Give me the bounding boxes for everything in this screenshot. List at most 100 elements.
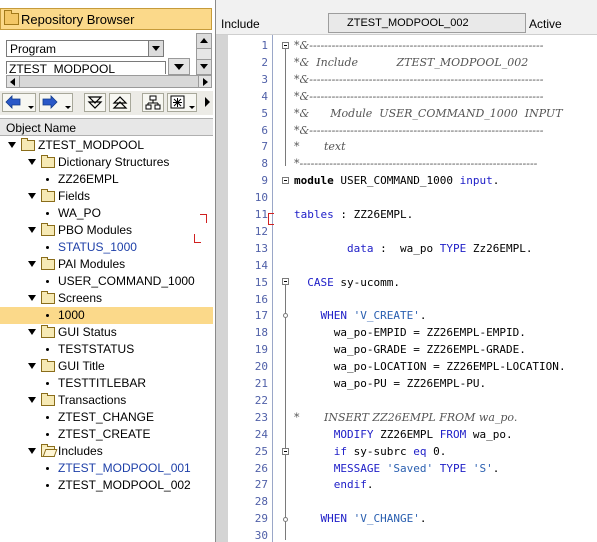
code-line[interactable]: wa_po-LOCATION = ZZ26EMPL-LOCATION.	[294, 360, 566, 373]
expand-toggle-icon[interactable]	[28, 193, 36, 199]
code-line[interactable]: MESSAGE 'Saved' TYPE 'S'.	[294, 462, 500, 475]
tree-folder-item[interactable]: GUI Status	[0, 324, 213, 341]
code-line[interactable]: *&--------------------------------------…	[294, 124, 543, 137]
code-line[interactable]: *& Include ZTEST_MODPOOL_002	[294, 56, 528, 69]
line-number: 8	[261, 157, 268, 171]
display-object-list-button[interactable]	[167, 93, 197, 112]
tree-leaf-item[interactable]: 1000	[0, 307, 213, 324]
tree-leaf-item[interactable]: TESTTITLEBAR	[0, 375, 213, 392]
tree-item-label: Dictionary Structures	[58, 155, 170, 169]
code-line[interactable]: WHEN 'V_CHANGE'.	[294, 512, 427, 525]
navigator-vertical-scrollbar[interactable]	[196, 33, 212, 75]
bullet-icon	[46, 467, 49, 470]
tree-folder-item[interactable]: Screens	[0, 290, 213, 307]
code-line[interactable]: wa_po-EMPID = ZZ26EMPL-EMPID.	[294, 326, 526, 339]
object-name-input[interactable]: ZTEST_MODPOOL	[6, 61, 166, 74]
fold-toggle-icon[interactable]	[282, 177, 289, 184]
object-name-column-header[interactable]: Object Name	[0, 118, 213, 136]
fold-toggle-icon[interactable]	[282, 278, 289, 285]
tree-item-label: ZTEST_CHANGE	[58, 410, 155, 424]
tree-item-label: ZTEST_CREATE	[58, 427, 151, 441]
code-line[interactable]: CASE sy-ucomm.	[294, 276, 400, 289]
code-line[interactable]: *& Module USER_COMMAND_1000 INPUT	[294, 107, 563, 120]
tree-folder-item[interactable]: GUI Title	[0, 358, 213, 375]
expand-toggle-icon[interactable]	[28, 227, 36, 233]
tree-leaf-item[interactable]: USER_COMMAND_1000	[0, 273, 213, 290]
chevron-down-icon[interactable]	[148, 41, 163, 56]
fold-toggle-icon[interactable]	[282, 448, 289, 455]
line-number: 21	[254, 377, 268, 390]
code-line[interactable]: *---------------------------------------…	[294, 157, 537, 170]
expand-toggle-icon[interactable]	[28, 363, 36, 369]
navigator-pane: Repository Browser Program ZTEST_MODPOOL	[0, 0, 216, 542]
fold-branch-icon	[283, 313, 288, 318]
include-name-field[interactable]: ZTEST_MODPOOL_002	[328, 13, 526, 33]
object-type-dropdown[interactable]: Program	[6, 40, 164, 57]
tree-item-label: ZTEST_MODPOOL_002	[58, 478, 191, 492]
tree-item-label: TESTSTATUS	[58, 342, 135, 356]
code-line[interactable]: wa_po-PU = ZZ26EMPL-PU.	[294, 377, 486, 390]
line-number: 15	[254, 275, 268, 289]
tree-folder-item[interactable]: Includes	[0, 443, 213, 460]
code-line[interactable]: endif.	[294, 478, 374, 491]
code-line[interactable]: *&--------------------------------------…	[294, 90, 543, 103]
tree-item-label: ZTEST_MODPOOL_001	[58, 461, 191, 475]
code-line[interactable]: wa_po-GRADE = ZZ26EMPL-GRADE.	[294, 343, 526, 356]
expand-toggle-icon[interactable]	[28, 261, 36, 267]
expand-icon	[87, 96, 103, 109]
scroll-up-icon[interactable]	[197, 34, 211, 49]
expand-toggle-icon[interactable]	[28, 159, 36, 165]
toolbar-more-icon[interactable]	[205, 97, 210, 107]
object-name-dropdown-button[interactable]	[168, 58, 190, 75]
tree-leaf-item[interactable]: TESTSTATUS	[0, 341, 213, 358]
code-line[interactable]: *&--------------------------------------…	[294, 73, 543, 86]
expand-toggle-icon[interactable]	[28, 397, 36, 403]
hierarchy-button[interactable]	[142, 93, 164, 112]
scroll-right-icon[interactable]	[198, 76, 211, 87]
repository-browser-header[interactable]: Repository Browser	[0, 8, 212, 30]
tree-folder-item[interactable]: Dictionary Structures	[0, 154, 213, 171]
tree-leaf-item[interactable]: ZTEST_CHANGE	[0, 409, 213, 426]
tree-item-label: STATUS_1000	[58, 240, 137, 254]
forward-button[interactable]	[39, 93, 73, 112]
code-line[interactable]: if sy-subrc eq 0.	[294, 445, 447, 458]
change-marker	[194, 234, 201, 243]
tree-item-label: PAI Modules	[58, 257, 126, 271]
folder-icon	[41, 223, 55, 236]
tree-folder-item[interactable]: Transactions	[0, 392, 213, 409]
tree-leaf-item[interactable]: ZTEST_MODPOOL_002	[0, 477, 213, 494]
navigator-horizontal-scrollbar[interactable]	[6, 75, 212, 88]
fold-toggle-icon[interactable]	[282, 42, 289, 49]
back-button[interactable]	[2, 93, 36, 112]
tree-leaf-item[interactable]: ZZ26EMPL	[0, 171, 213, 188]
code-line[interactable]: WHEN 'V_CREATE'.	[294, 309, 427, 322]
collapse-subtree-button[interactable]	[109, 93, 131, 112]
tree-folder-item[interactable]: PAI Modules	[0, 256, 213, 273]
folder-icon	[41, 189, 55, 202]
tree-leaf-item[interactable]: ZTEST_CREATE	[0, 426, 213, 443]
code-line[interactable]: * INSERT ZZ26EMPL FROM wa_po.	[294, 411, 517, 424]
expand-toggle-icon[interactable]	[28, 295, 36, 301]
line-number: 20	[254, 360, 268, 374]
tree-folder-item[interactable]: PBO Modules	[0, 222, 213, 239]
expand-toggle-icon[interactable]	[28, 329, 36, 335]
bullet-icon	[46, 484, 49, 487]
expand-toggle-icon[interactable]	[28, 448, 36, 454]
tree-leaf-item[interactable]: ZTEST_MODPOOL_001	[0, 460, 213, 477]
scroll-down-icon[interactable]	[197, 59, 211, 74]
code-line[interactable]: *&--------------------------------------…	[294, 39, 543, 52]
forward-arrow-icon	[42, 95, 58, 109]
code-line[interactable]: tables : ZZ26EMPL.	[294, 208, 413, 221]
tree-leaf-item[interactable]: WA_PO	[0, 205, 213, 222]
tree-folder-item[interactable]: ZTEST_MODPOOL	[0, 137, 213, 154]
expand-toggle-icon[interactable]	[8, 142, 16, 148]
scroll-left-icon[interactable]	[7, 76, 20, 87]
code-line[interactable]: * text	[294, 140, 346, 153]
tree-folder-item[interactable]: Fields	[0, 188, 213, 205]
expand-subtree-button[interactable]	[84, 93, 106, 112]
code-line[interactable]: data : wa_po TYPE Zz26EMPL.	[294, 242, 532, 255]
code-line[interactable]: MODIFY ZZ26EMPL FROM wa_po.	[294, 428, 513, 441]
code-line[interactable]: module USER_COMMAND_1000 input.	[294, 174, 499, 187]
tree-leaf-item[interactable]: STATUS_1000	[0, 239, 213, 256]
object-name-value: ZTEST_MODPOOL	[9, 62, 116, 74]
